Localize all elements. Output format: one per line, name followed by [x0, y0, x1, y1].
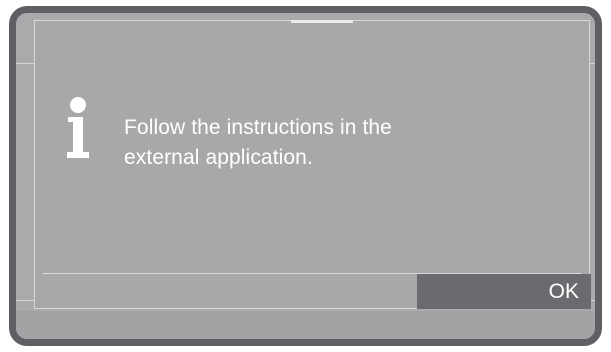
dialog-message-line: external application. [124, 146, 313, 169]
guide-line [16, 63, 34, 64]
screen: Follow the instructions in the external … [16, 13, 595, 339]
device-frame: Follow the instructions in the external … [9, 6, 602, 346]
ok-button[interactable]: OK [417, 274, 591, 309]
bottom-strip [16, 311, 595, 339]
info-dialog: Follow the instructions in the external … [34, 20, 591, 309]
dialog-message: Follow the instructions in the external … [124, 113, 544, 173]
guide-line [16, 300, 34, 301]
info-icon [67, 97, 89, 158]
dialog-top-handle [291, 20, 353, 23]
dialog-message-line: Follow the instructions in the [124, 116, 392, 139]
